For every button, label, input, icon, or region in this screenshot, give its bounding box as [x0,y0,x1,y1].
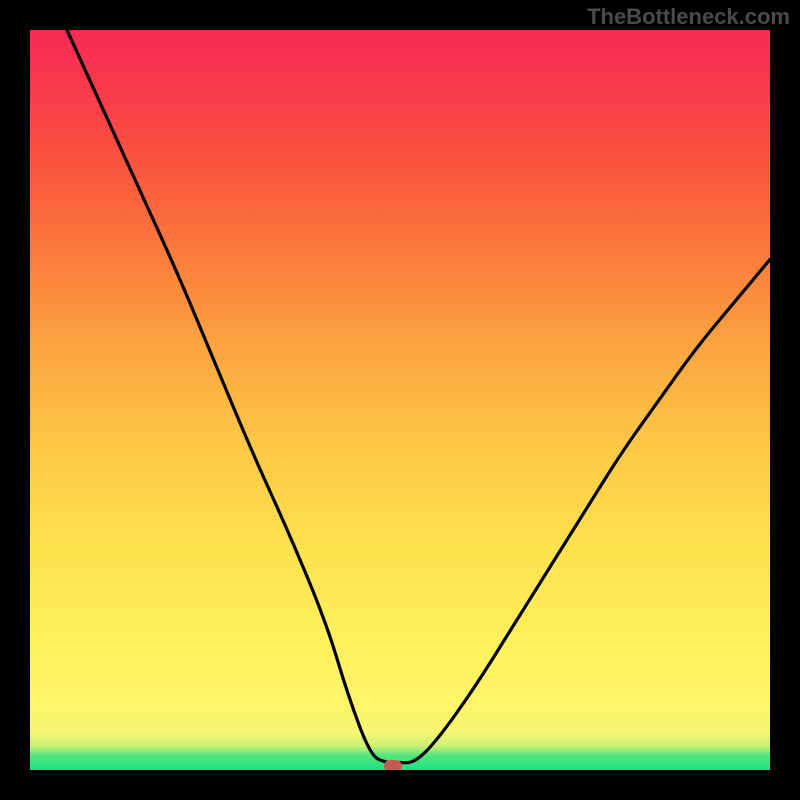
bottleneck-curve [30,30,770,770]
minimum-marker [384,760,402,770]
chart-frame [30,30,770,770]
chart-stage: TheBottleneck.com [0,0,800,800]
watermark-text: TheBottleneck.com [587,4,790,30]
plot-area [30,30,770,770]
